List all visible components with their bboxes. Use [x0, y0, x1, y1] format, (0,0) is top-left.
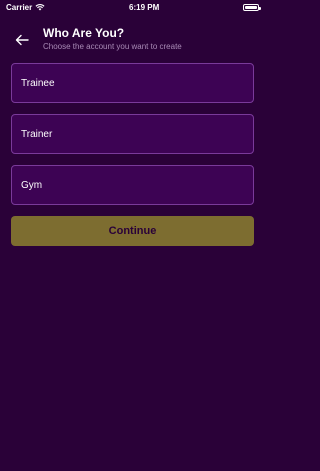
battery-icon [242, 3, 261, 11]
page-title: Who Are You? [43, 26, 125, 40]
page-subtitle: Choose the account you want to create [43, 42, 182, 51]
option-label: Trainee [21, 77, 55, 89]
continue-button[interactable]: Continue [11, 216, 254, 246]
option-gym[interactable]: Gym [11, 165, 254, 205]
option-trainer[interactable]: Trainer [11, 114, 254, 154]
option-trainee[interactable]: Trainee [11, 63, 254, 103]
continue-label: Continue [108, 225, 157, 237]
header: Who Are You? Choose the account you want… [0, 24, 265, 54]
status-left: Carrier [6, 3, 45, 12]
clock-label: 6:19 PM [129, 2, 160, 12]
option-label: Gym [21, 179, 43, 191]
option-label: Trainer [21, 128, 53, 140]
back-button[interactable] [12, 30, 32, 50]
status-right [242, 3, 261, 11]
arrow-left-icon [15, 34, 29, 46]
wifi-icon [35, 4, 45, 11]
status-bar: Carrier 6:19 PM [0, 0, 265, 14]
carrier-label: Carrier [6, 2, 33, 12]
